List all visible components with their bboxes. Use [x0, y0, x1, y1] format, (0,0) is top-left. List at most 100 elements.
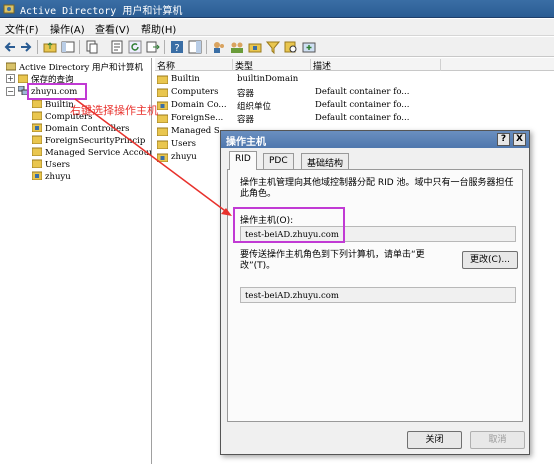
tree-item-label: ForeignSecurityPrincip: [45, 136, 146, 146]
ou-icon: [32, 123, 42, 132]
close-icon[interactable]: X: [513, 133, 526, 146]
add-to-group-icon[interactable]: [302, 40, 316, 54]
list-item-description: Default container fo...: [315, 100, 410, 110]
toolbar-separator: [37, 40, 38, 54]
ou-icon: [157, 153, 168, 162]
list-item-description: Default container fo...: [315, 113, 410, 123]
export-icon[interactable]: [146, 40, 160, 54]
folder-icon: [32, 111, 42, 120]
refresh-icon[interactable]: [128, 40, 142, 54]
properties-icon[interactable]: [110, 40, 124, 54]
column-header-name[interactable]: 名称: [155, 59, 233, 72]
column-header-description[interactable]: 描述: [311, 59, 441, 72]
copy-icon[interactable]: [85, 40, 99, 54]
find-icon[interactable]: [284, 40, 298, 54]
highlight-operations-master-box: [233, 207, 345, 243]
toolbar-separator: [79, 40, 80, 54]
list-item-type: 容器: [237, 115, 255, 125]
svg-text:?: ?: [174, 43, 179, 54]
column-header-type[interactable]: 类型: [233, 59, 311, 72]
tab-rid[interactable]: RID: [229, 151, 257, 170]
list-item-name: Builtin: [171, 74, 200, 84]
folder-icon: [157, 140, 168, 149]
folder-icon: [157, 114, 168, 123]
console-tree-icon[interactable]: [61, 40, 75, 54]
tree-item-managed-service[interactable]: Managed Service Accour: [32, 147, 152, 159]
tree-item-users[interactable]: Users: [32, 159, 70, 171]
menu-action[interactable]: 操作(A): [50, 21, 85, 36]
help-button[interactable]: ?: [497, 133, 510, 146]
tree-item-label: Domain Controllers: [45, 124, 130, 134]
dialog-title: 操作主机: [226, 137, 266, 148]
annotation-text: 右键选择操作主机: [70, 104, 158, 117]
list-item[interactable]: Computers 容器 Default container fo...: [155, 86, 554, 99]
collapse-domain[interactable]: −: [6, 87, 15, 96]
menu-file[interactable]: 文件(F): [5, 21, 39, 36]
tree-item-domain-controllers[interactable]: Domain Controllers: [32, 123, 130, 135]
list-item-type: 容器: [237, 89, 255, 99]
groups-icon[interactable]: [230, 40, 244, 54]
up-folder-icon[interactable]: [43, 40, 57, 54]
toolbar: ?: [0, 37, 554, 57]
forward-icon[interactable]: [19, 40, 33, 54]
change-button[interactable]: 更改(C)...: [462, 251, 518, 269]
list-item[interactable]: Builtin builtinDomain: [155, 73, 554, 86]
list-item-type: 组织单位: [237, 102, 272, 112]
target-computer-field[interactable]: test-beiAD.zhuyu.com: [240, 287, 516, 303]
folder-icon: [32, 147, 42, 156]
dialog-titlebar[interactable]: 操作主机 ? X: [221, 131, 529, 148]
ad-users-computers-icon: [6, 62, 16, 71]
show-pane-icon[interactable]: [188, 40, 202, 54]
ad-users-computers-icon: [3, 4, 15, 14]
ou-icon: [32, 171, 42, 180]
list-item[interactable]: Domain Co... 组织单位 Default container fo..…: [155, 99, 554, 112]
folder-icon: [18, 74, 28, 83]
back-icon[interactable]: [3, 40, 17, 54]
list-item-type: builtinDomain: [237, 74, 299, 84]
close-button[interactable]: 关闭: [407, 431, 462, 449]
tree-item-label: Managed Service Accour: [45, 148, 152, 158]
new-ou-icon[interactable]: [248, 40, 262, 54]
list-item-name: zhuyu: [171, 152, 197, 162]
toolbar-separator: [164, 40, 165, 54]
menu-bar: 文件(F) 操作(A) 查看(V) 帮助(H): [0, 19, 554, 36]
tree-item-builtin[interactable]: Builtin: [32, 99, 74, 111]
folder-icon: [32, 159, 42, 168]
filter-icon[interactable]: [266, 40, 280, 54]
operations-master-dialog: 操作主机 ? X RID PDC 基础结构 操作主机管理向其他域控制器分配 RI…: [220, 130, 530, 455]
list-item-name: Users: [171, 139, 196, 149]
users-icon[interactable]: [212, 40, 226, 54]
folder-icon: [157, 88, 168, 97]
tab-pdc[interactable]: PDC: [263, 153, 294, 169]
tree-item-label: zhuyu: [45, 172, 71, 182]
tree-item-label: Users: [45, 160, 70, 170]
menu-help[interactable]: 帮助(H): [141, 21, 176, 36]
tree-root[interactable]: Active Directory 用户和计算机: [6, 61, 143, 73]
list-item[interactable]: ForeignSe... 容器 Default container fo...: [155, 112, 554, 125]
menu-view[interactable]: 查看(V): [95, 21, 130, 36]
help-icon[interactable]: ?: [170, 40, 184, 54]
folder-icon: [32, 99, 42, 108]
role-description: 操作主机管理向其他域控制器分配 RID 池。域中只有一台服务器担任此角色。: [240, 178, 514, 199]
folder-icon: [157, 127, 168, 136]
tree-item-foreign-security[interactable]: ForeignSecurityPrincip: [32, 135, 145, 147]
list-item-name: Computers: [171, 87, 219, 97]
window-title: Active Directory 用户和计算机: [20, 6, 183, 17]
list-item-description: Default container fo...: [315, 87, 410, 97]
tree-item-zhuyu[interactable]: zhuyu: [32, 171, 71, 183]
list-header: 名称 类型 描述: [155, 58, 554, 72]
tab-infrastructure[interactable]: 基础结构: [301, 153, 350, 169]
window-titlebar: Active Directory 用户和计算机: [0, 0, 554, 18]
toolbar-separator: [206, 40, 207, 54]
console-tree[interactable]: Active Directory 用户和计算机 + 保存的查询 − zhuyu.…: [0, 58, 152, 464]
expand-saved-queries[interactable]: +: [6, 74, 15, 83]
tree-root-label: Active Directory 用户和计算机: [19, 63, 144, 73]
highlight-domain-box: [27, 83, 87, 100]
list-item-name: Domain Co...: [171, 100, 227, 110]
folder-icon: [157, 75, 168, 84]
ou-icon: [157, 101, 168, 110]
list-item-name: ForeignSe...: [171, 113, 224, 123]
cancel-button[interactable]: 取消: [470, 431, 525, 449]
folder-icon: [32, 135, 42, 144]
transfer-instructions: 要传送操作主机角色到下列计算机，请单击“更改”(T)。: [240, 250, 425, 271]
